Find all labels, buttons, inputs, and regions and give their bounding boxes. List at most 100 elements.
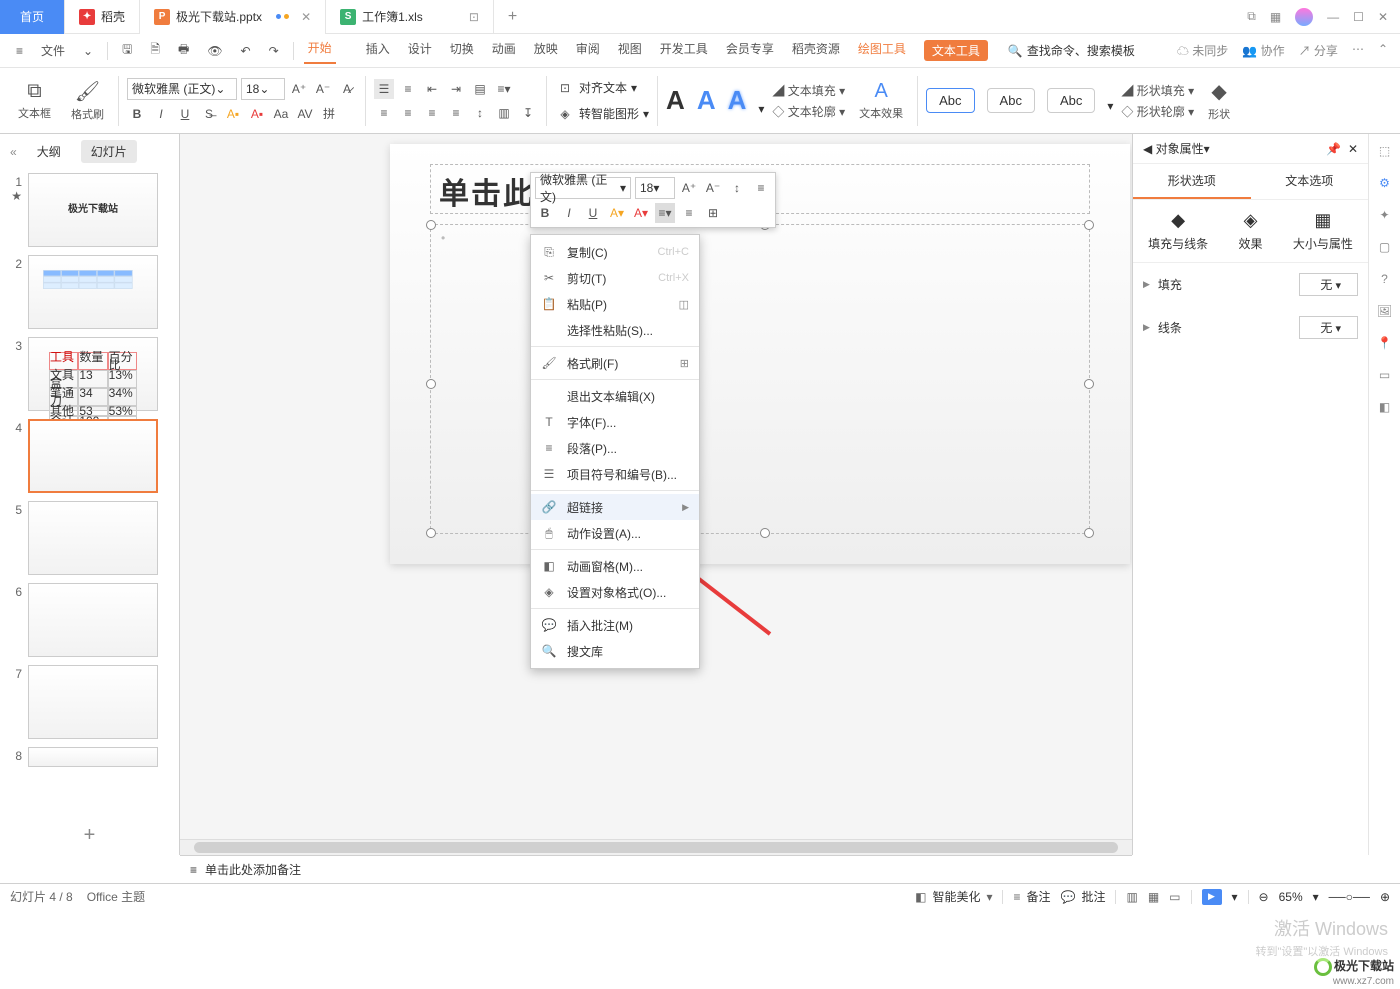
thumb-5[interactable] (28, 501, 158, 575)
zoom-level[interactable]: 65% (1279, 890, 1303, 904)
grow-font-icon[interactable]: A⁺ (289, 79, 309, 99)
format-brush-group[interactable]: 🖌格式刷 (65, 79, 110, 122)
window-mode-icon[interactable]: ⧉ (1247, 9, 1256, 24)
indent-dec-button[interactable]: ⇤ (422, 79, 442, 99)
undo-icon[interactable]: ↶ (237, 42, 255, 60)
align-dropdown[interactable]: ≡▾ (494, 79, 514, 99)
mini-underline[interactable]: U (583, 203, 603, 223)
bullets-button[interactable]: ☰ (374, 79, 394, 99)
text-style-a2[interactable]: A (697, 85, 716, 116)
thumb-8[interactable] (28, 747, 158, 767)
tool-layers-icon[interactable]: ▢ (1379, 240, 1390, 254)
smart-graphic-icon[interactable]: ◈ (555, 104, 575, 124)
align-left-button[interactable]: ≡ (374, 103, 394, 123)
text-style-a1[interactable]: A (666, 85, 685, 116)
ctx-brush[interactable]: 🖌格式刷(F)⊞ (531, 350, 699, 376)
view-sorter-icon[interactable]: ▦ (1148, 890, 1159, 904)
close-button[interactable]: ✕ (1378, 10, 1388, 24)
shape-style-gallery[interactable]: Abc Abc Abc ▾ (926, 88, 1113, 113)
shape-fill-button[interactable]: ◢ 形状填充 ▾ (1121, 82, 1194, 99)
direction-button[interactable]: ↧ (518, 103, 538, 123)
avatar[interactable] (1295, 8, 1313, 26)
zoom-out-icon[interactable]: ⊖ (1259, 890, 1269, 904)
notes-toggle[interactable]: ≡ 备注 (1013, 888, 1050, 905)
shape-style-1[interactable]: Abc (926, 88, 974, 113)
fill-combo[interactable]: 无 ▾ (1299, 273, 1358, 296)
tab-home[interactable]: 首页 (0, 0, 65, 34)
size-combo[interactable]: 18 ⌄ (241, 78, 285, 100)
redo-icon[interactable]: ↷ (265, 42, 283, 60)
horizontal-scrollbar[interactable] (180, 839, 1132, 855)
shape-style-3[interactable]: Abc (1047, 88, 1095, 113)
ctx-anim[interactable]: ◧动画窗格(M)... (531, 553, 699, 579)
phonetic-button[interactable]: 拼 (319, 104, 339, 124)
mini-linespace-icon[interactable]: ↕ (727, 178, 747, 198)
align-right-button[interactable]: ≡ (422, 103, 442, 123)
collab-button[interactable]: 👥 协作 (1242, 42, 1284, 59)
mini-more[interactable]: ⊞ (703, 203, 723, 223)
ctx-paragraph[interactable]: ≡段落(P)... (531, 435, 699, 461)
tab-text-options[interactable]: 文本选项 (1251, 164, 1369, 199)
collapse-ribbon-icon[interactable]: ⌃ (1378, 42, 1388, 59)
tool-select-icon[interactable]: ⬚ (1379, 144, 1390, 158)
clear-format-icon[interactable]: A̷ (337, 79, 357, 99)
preview-icon[interactable]: 👁 (203, 42, 226, 60)
mini-align[interactable]: ≡▾ (655, 203, 675, 223)
command-search[interactable]: 🔍 查找命令、搜索模板 (1008, 42, 1135, 59)
menu-devtools[interactable]: 开发工具 (660, 40, 708, 61)
subtab-size[interactable]: ▦大小与属性 (1293, 210, 1353, 252)
comments-toggle[interactable]: 💬 批注 (1061, 888, 1106, 905)
tab-ppt[interactable]: P极光下载站.pptx✕ (140, 0, 326, 34)
line-combo[interactable]: 无 ▾ (1299, 316, 1358, 339)
sync-status[interactable]: ☁ 未同步 (1177, 42, 1228, 59)
add-slide-button[interactable]: + (0, 816, 179, 855)
slide-body-placeholder[interactable]: • (430, 224, 1090, 534)
ctx-bullets[interactable]: ☰项目符号和编号(B)... (531, 461, 699, 487)
tool-pin-icon[interactable]: 📍 (1377, 336, 1392, 350)
menu-review[interactable]: 审阅 (576, 40, 600, 61)
ctx-search[interactable]: 🔍搜文库 (531, 638, 699, 664)
ctx-format[interactable]: ◈设置对象格式(O)... (531, 579, 699, 605)
text-style-gallery[interactable]: A A A ▾ (666, 85, 764, 116)
align-center-button[interactable]: ≡ (398, 103, 418, 123)
tool-star-icon[interactable]: ✦ (1379, 208, 1389, 222)
chevron-down-icon[interactable]: ⌄ (79, 42, 97, 60)
tool-screen-icon[interactable]: ▭ (1379, 368, 1390, 382)
view-normal-icon[interactable]: ▥ (1126, 890, 1137, 904)
text-fill-button[interactable]: ◢ 文本填充 ▾ (772, 82, 845, 99)
pin-icon[interactable]: 📌 (1326, 142, 1341, 156)
collapse-panel-icon[interactable]: « (10, 145, 17, 159)
bold-button[interactable]: B (127, 104, 147, 124)
tool-cube-icon[interactable]: ◧ (1379, 400, 1390, 414)
mini-bullets-icon[interactable]: ≡ (751, 178, 771, 198)
maximize-button[interactable]: ☐ (1353, 10, 1364, 24)
ctx-exit-edit[interactable]: 退出文本编辑(X) (531, 383, 699, 409)
view-reading-icon[interactable]: ▭ (1169, 890, 1180, 904)
tab-shape-options[interactable]: 形状选项 (1133, 164, 1251, 199)
gallery-more-icon[interactable]: ▾ (758, 102, 764, 116)
mini-font-combo[interactable]: 微软雅黑 (正文)▾ (535, 177, 631, 199)
menu-animation[interactable]: 动画 (492, 40, 516, 61)
numbering-button[interactable]: ≡ (398, 79, 418, 99)
italic-button[interactable]: I (151, 104, 171, 124)
menu-transition[interactable]: 切换 (450, 40, 474, 61)
font-combo[interactable]: 微软雅黑 (正文) ⌄ (127, 78, 237, 100)
mini-italic[interactable]: I (559, 203, 579, 223)
tab-slides[interactable]: 幻灯片 (81, 140, 137, 163)
ctx-comment[interactable]: 💬插入批注(M) (531, 612, 699, 638)
gallery-more-icon[interactable]: ▾ (1107, 99, 1113, 113)
new-tab-button[interactable]: + (494, 8, 531, 26)
thumb-2[interactable] (28, 255, 158, 329)
menu-text-tools[interactable]: 文本工具 (924, 40, 988, 61)
menu-insert[interactable]: 插入 (366, 40, 390, 61)
shape-style-2[interactable]: Abc (987, 88, 1035, 113)
menu-design[interactable]: 设计 (408, 40, 432, 61)
case-button[interactable]: Aa (271, 104, 291, 124)
ctx-hyperlink[interactable]: 🔗超链接▶ (531, 494, 699, 520)
ctx-font[interactable]: T字体(F)... (531, 409, 699, 435)
share-button[interactable]: ↗ 分享 (1299, 42, 1338, 59)
tool-settings-icon[interactable]: ⚙ (1379, 176, 1390, 190)
align-justify-button[interactable]: ≡ (446, 103, 466, 123)
file-menu[interactable]: 文件 (37, 40, 69, 61)
mini-highlight[interactable]: A▾ (607, 203, 627, 223)
